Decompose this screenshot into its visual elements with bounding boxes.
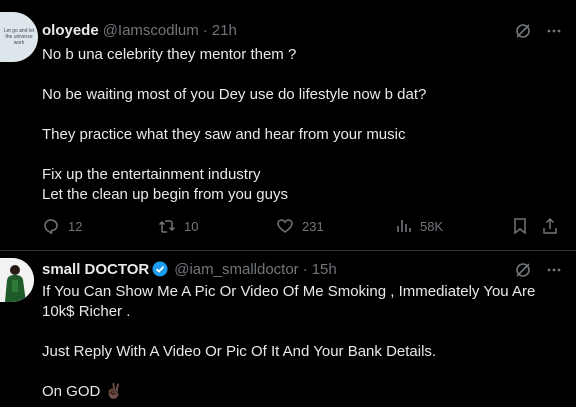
views-count: 58K [420, 218, 444, 234]
tweet-line: Fix up the entertainment industry [42, 166, 261, 183]
share-icon [543, 217, 557, 234]
timestamp[interactable]: 15h [312, 261, 337, 278]
tweet-header-icons [514, 22, 562, 40]
repost-button[interactable]: 10 [158, 216, 198, 236]
tweet-line: They practice what they saw and hear fro… [42, 126, 406, 143]
reply-icon [44, 219, 58, 235]
reply-count: 12 [68, 218, 83, 234]
tweet-line: Let the clean up begin from you guys [42, 186, 288, 203]
tweet-line: Just Reply With A Video Or Pic Of It And… [42, 343, 437, 360]
reply-button[interactable]: 12 [42, 216, 82, 236]
tweet-line: If You Can Show Me A Pic Or Video Of Me … [42, 283, 536, 300]
author-handle[interactable]: @iam_smalldoctor [174, 261, 298, 278]
tweet-line: On GOD ✌🏿 [42, 383, 124, 400]
grok-icon[interactable] [514, 22, 532, 40]
avatar[interactable]: Let go and let the universe work [0, 12, 38, 62]
tweet-header: small DOCTOR @iam_smalldoctor · 15h [42, 259, 337, 279]
bookmark-button[interactable] [512, 216, 528, 236]
tweet-text: No b una celebrity they mentor them ? No… [42, 45, 562, 205]
more-icon[interactable] [546, 262, 562, 278]
timestamp[interactable]: 21h [212, 22, 237, 39]
share-button[interactable] [542, 216, 558, 236]
views-icon [397, 220, 411, 232]
tweet[interactable]: small DOCTOR @iam_smalldoctor · 15h If Y… [0, 251, 576, 407]
repost-count: 10 [184, 218, 199, 234]
author-name[interactable]: oloyede [42, 22, 99, 39]
tweet-header: oloyede @Iamscodlum · 21h [42, 20, 237, 40]
separator: · [202, 21, 208, 39]
like-count: 231 [302, 218, 324, 234]
tweet[interactable]: Let go and let the universe work oloyede… [0, 0, 576, 251]
tweet-line: No b una celebrity they mentor them ? [42, 46, 297, 63]
more-icon[interactable] [546, 23, 562, 39]
author-handle[interactable]: @Iamscodlum [103, 22, 199, 39]
grok-icon[interactable] [514, 261, 532, 279]
tweet-text: If You Can Show Me A Pic Or Video Of Me … [42, 282, 562, 402]
tweet-header-icons [514, 261, 562, 279]
avatar-text: Let go and let the universe work [3, 28, 35, 46]
repost-icon [158, 220, 176, 233]
bookmark-icon [514, 218, 526, 235]
action-bar: 12 10 231 58K [42, 216, 562, 236]
tweet-line: 10k$ Richer . [42, 303, 131, 320]
tweet-line: No be waiting most of you Dey use do lif… [42, 86, 427, 103]
verified-badge-icon [152, 261, 168, 277]
author-name[interactable]: small DOCTOR [42, 261, 149, 278]
views-button[interactable]: 58K [394, 216, 443, 236]
like-button[interactable]: 231 [276, 216, 324, 236]
separator: · [302, 260, 308, 278]
like-icon [277, 219, 293, 233]
